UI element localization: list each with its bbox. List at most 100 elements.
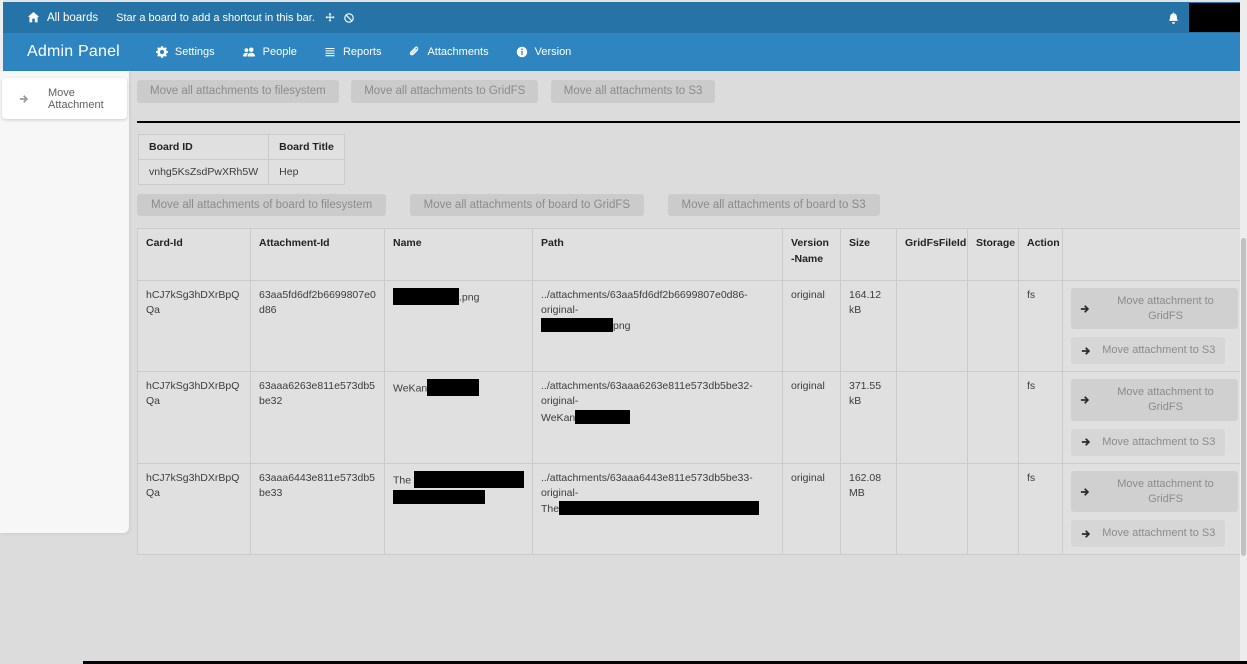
name-header: Name (385, 229, 533, 280)
action-cell: fs (1019, 463, 1063, 555)
all-boards-label: All boards (47, 12, 98, 24)
move-all-to-filesystem-button[interactable]: Move all attachments to filesystem (137, 80, 339, 103)
tab-version-label: Version (535, 46, 572, 58)
row-buttons-cell: Move attachment to GridFS Move attachmen… (1063, 463, 1247, 555)
card-id-cell: hCJ7kSg3hDXrBpQQa (138, 463, 251, 555)
ban-icon[interactable] (343, 12, 355, 24)
board-actions-row: Move all attachments of board to filesys… (137, 194, 1247, 217)
board-title-header: Board Title (269, 134, 345, 159)
move-attachment-to-s3-button[interactable]: Move attachment to S3 (1071, 429, 1225, 456)
move-all-to-gridfs-button[interactable]: Move all attachments to GridFS (351, 80, 538, 103)
move-all-to-s3-button[interactable]: Move all attachments to S3 (551, 80, 716, 103)
page-title: Admin Panel (27, 43, 120, 61)
buttons-header (1063, 229, 1247, 280)
attachment-id-header: Attachment-Id (251, 229, 385, 280)
list-icon (324, 46, 336, 58)
move-attachment-to-s3-button[interactable]: Move attachment to S3 (1071, 520, 1225, 547)
arrow-right-icon (1080, 345, 1092, 357)
vertical-scrollbar[interactable] (1240, 0, 1247, 661)
card-id-header: Card-Id (138, 229, 251, 280)
arrow-right-icon (1079, 303, 1091, 315)
arrow-right-icon (1080, 436, 1092, 448)
move-board-to-filesystem-button[interactable]: Move all attachments of board to filesys… (137, 194, 386, 217)
size-cell: 371.55 kB (841, 372, 897, 464)
divider (137, 121, 1247, 123)
card-id-cell: hCJ7kSg3hDXrBpQQa (138, 372, 251, 464)
table-row: hCJ7kSg3hDXrBpQQa 63aaa6443e811e573db5be… (138, 463, 1247, 555)
name-cell: .png (385, 280, 533, 372)
tab-people-label: People (263, 46, 297, 58)
path-header: Path (533, 229, 783, 280)
board-table: Board ID Board Title vnhg5KsZsdPwXRh5W H… (138, 134, 345, 185)
admin-panel-bar: Admin Panel Settings People Reports Atta… (0, 33, 1247, 71)
top-bar: All boards Star a board to add a shortcu… (0, 0, 1247, 33)
attachments-table: Card-Id Attachment-Id Name Path Version-… (137, 228, 1247, 555)
size-cell: 162.08 MB (841, 463, 897, 555)
gridfsfileid-cell (897, 463, 968, 555)
info-icon (516, 46, 528, 58)
move-board-to-s3-button[interactable]: Move all attachments of board to S3 (668, 194, 880, 217)
tab-reports-label: Reports (343, 46, 382, 58)
admin-sidebar: Move Attachment (0, 71, 129, 533)
version-name-header: Version-Name (783, 229, 841, 280)
table-row: vnhg5KsZsdPwXRh5W Hep (139, 159, 345, 184)
board-id-header: Board ID (139, 134, 269, 159)
paperclip-icon (408, 46, 420, 58)
redacted-name (393, 288, 459, 305)
people-icon (242, 46, 256, 58)
tab-people[interactable]: People (242, 46, 297, 58)
board-id-cell: vnhg5KsZsdPwXRh5W (139, 159, 269, 184)
board-title-cell: Hep (269, 159, 345, 184)
gear-icon (156, 46, 168, 58)
arrow-right-icon (1080, 528, 1092, 540)
move-attachment-to-s3-button[interactable]: Move attachment to S3 (1071, 337, 1225, 364)
name-cell: The (385, 463, 533, 555)
size-header: Size (841, 229, 897, 280)
tab-settings[interactable]: Settings (156, 46, 215, 58)
home-icon (27, 11, 40, 24)
arrow-right-icon (1079, 486, 1091, 498)
move-attachment-to-gridfs-button[interactable]: Move attachment to GridFS (1071, 288, 1238, 330)
sidebar-item-move-attachment[interactable]: Move Attachment (2, 78, 127, 119)
action-cell: fs (1019, 280, 1063, 372)
attachment-id-cell: 63aaa6263e811e573db5be32 (251, 372, 385, 464)
version-name-cell: original (783, 280, 841, 372)
redacted-user-menu[interactable] (1189, 3, 1244, 32)
storage-header: Storage (968, 229, 1019, 280)
star-board-hint: Star a board to add a shortcut in this b… (116, 12, 315, 24)
tab-version[interactable]: Version (516, 46, 572, 58)
card-id-cell: hCJ7kSg3hDXrBpQQa (138, 280, 251, 372)
attachment-id-cell: 63aa5fd6df2b6699807e0d86 (251, 280, 385, 372)
arrow-right-icon (1079, 394, 1091, 406)
sidebar-item-label: Move Attachment (48, 87, 127, 111)
move-attachment-to-gridfs-button[interactable]: Move attachment to GridFS (1071, 471, 1238, 513)
redacted-path (559, 501, 759, 515)
scrollbar-thumb[interactable] (1241, 238, 1246, 556)
redacted-name (427, 379, 479, 396)
storage-cell (968, 280, 1019, 372)
row-buttons-cell: Move attachment to GridFS Move attachmen… (1063, 280, 1247, 372)
redacted-name (393, 490, 485, 504)
redacted-path (575, 410, 630, 424)
arrow-right-icon (18, 93, 30, 105)
action-header: Action (1019, 229, 1063, 280)
tab-attachments-label: Attachments (427, 46, 488, 58)
gridfsfileid-cell (897, 372, 968, 464)
path-cell: ../attachments/63aaa6443e811e573db5be33-… (533, 463, 783, 555)
move-attachment-to-gridfs-button[interactable]: Move attachment to GridFS (1071, 379, 1238, 421)
arrows-move-icon[interactable] (324, 12, 336, 24)
size-cell: 164.12 kB (841, 280, 897, 372)
main-content: Move all attachments to filesystem Move … (129, 71, 1247, 555)
tab-settings-label: Settings (175, 46, 215, 58)
attachment-id-cell: 63aaa6443e811e573db5be33 (251, 463, 385, 555)
bell-icon[interactable] (1167, 11, 1180, 25)
global-actions-row: Move all attachments to filesystem Move … (137, 80, 1247, 103)
storage-cell (968, 463, 1019, 555)
action-cell: fs (1019, 372, 1063, 464)
redacted-name (414, 471, 524, 488)
all-boards-link[interactable]: All boards (27, 11, 98, 24)
tab-attachments[interactable]: Attachments (408, 46, 488, 58)
tab-reports[interactable]: Reports (324, 46, 382, 58)
move-board-to-gridfs-button[interactable]: Move all attachments of board to GridFS (410, 194, 644, 217)
path-cell: ../attachments/63aaa6263e811e573db5be32-… (533, 372, 783, 464)
